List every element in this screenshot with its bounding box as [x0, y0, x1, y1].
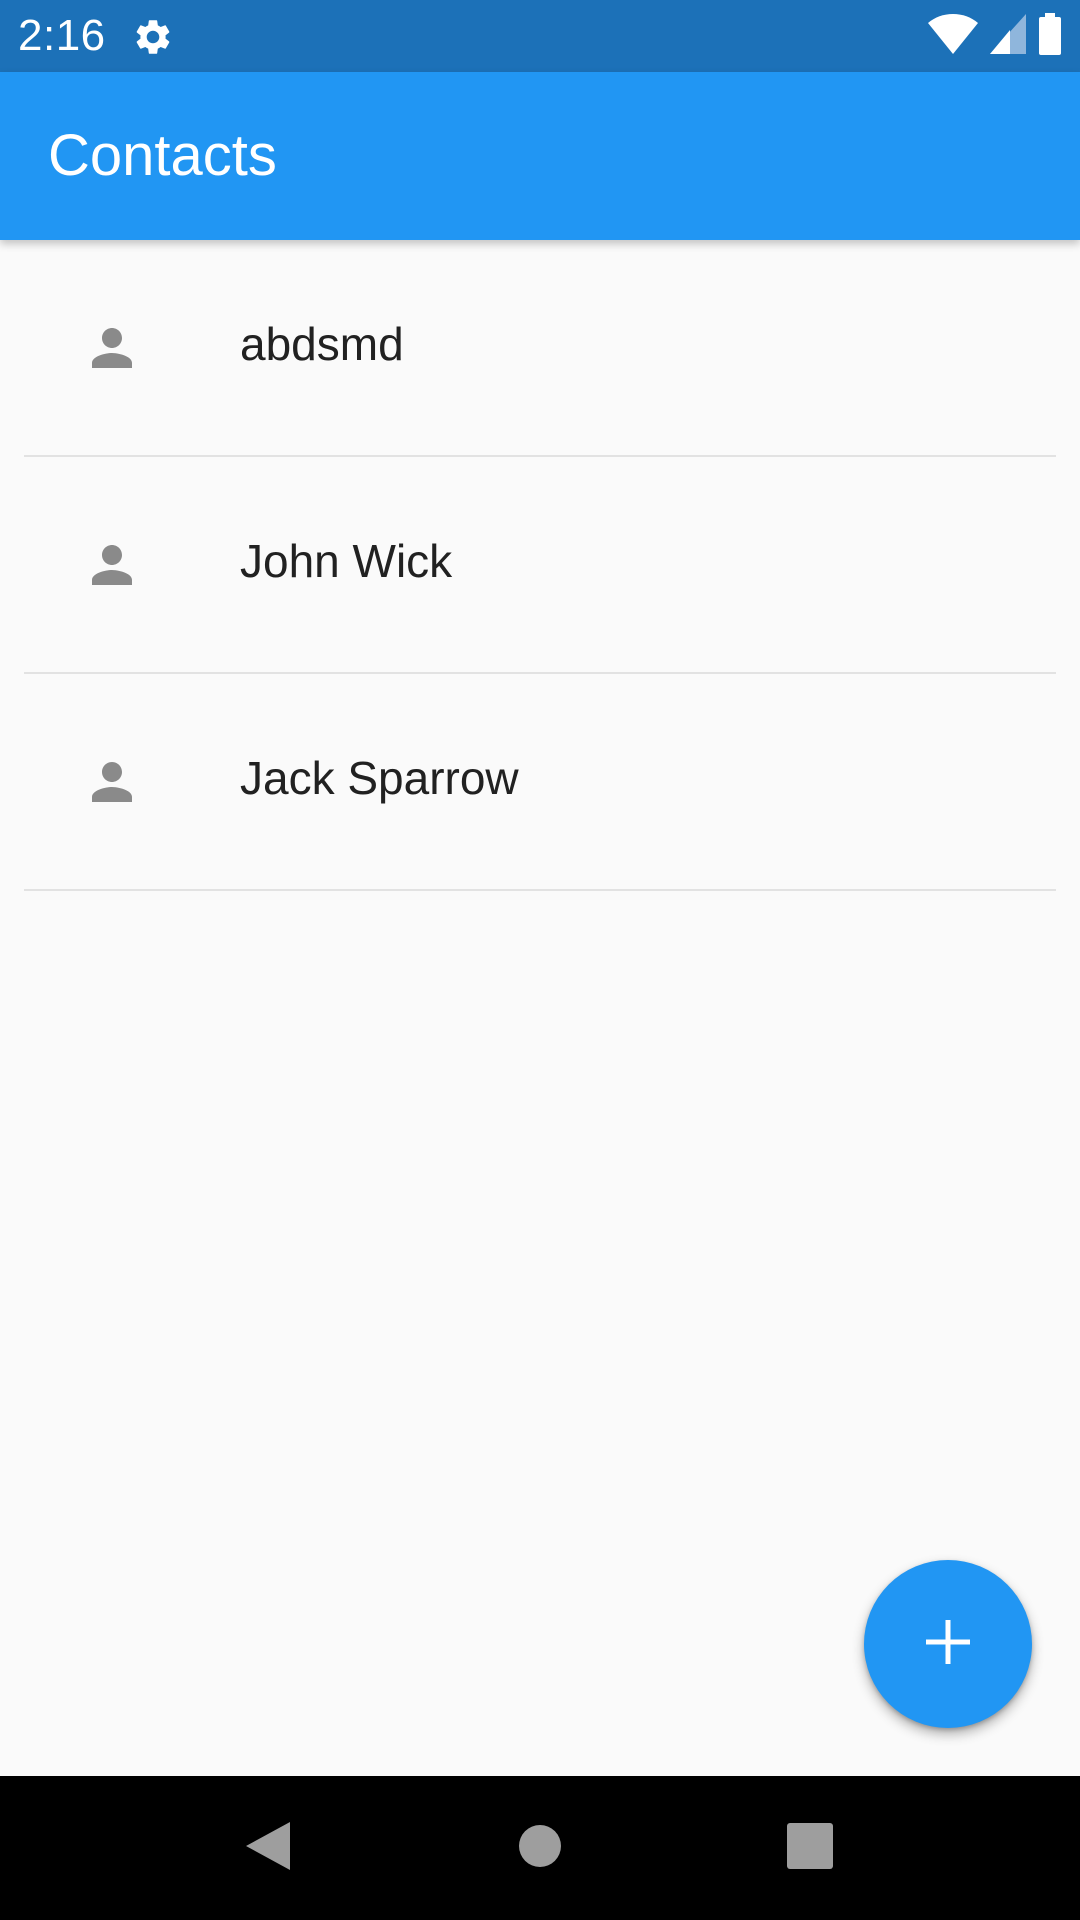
recents-icon — [787, 1822, 833, 1874]
wifi-icon — [928, 13, 978, 59]
signal-icon — [990, 13, 1026, 59]
person-icon — [82, 318, 142, 378]
list-item[interactable]: John Wick — [24, 457, 1056, 674]
navigation-bar — [0, 1776, 1080, 1920]
list-item[interactable]: Jack Sparrow — [24, 674, 1056, 891]
contact-name: abdsmd — [240, 318, 404, 370]
home-icon — [518, 1824, 562, 1873]
contact-name: John Wick — [240, 535, 453, 587]
list-item[interactable]: abdsmd — [24, 240, 1056, 457]
gear-icon — [132, 16, 174, 58]
status-time: 2:16 — [18, 11, 106, 60]
status-icons — [928, 12, 1062, 60]
back-icon — [244, 1820, 292, 1877]
plus-icon — [924, 1618, 972, 1671]
recents-button[interactable] — [750, 1776, 870, 1920]
contact-name: Jack Sparrow — [240, 752, 519, 804]
person-icon — [82, 535, 142, 595]
add-contact-button[interactable] — [864, 1560, 1032, 1728]
app-bar: Contacts — [0, 72, 1080, 240]
person-icon — [82, 752, 142, 812]
home-button[interactable] — [480, 1776, 600, 1920]
status-bar: 2:16 — [0, 0, 1080, 72]
contacts-screen: 2:16 Contacts abdsmd John Wick Jack Spar… — [0, 0, 1080, 1920]
page-title: Contacts — [48, 123, 277, 188]
battery-icon — [1038, 12, 1062, 60]
back-button[interactable] — [208, 1776, 328, 1920]
contact-list: abdsmd John Wick Jack Sparrow — [0, 240, 1080, 891]
